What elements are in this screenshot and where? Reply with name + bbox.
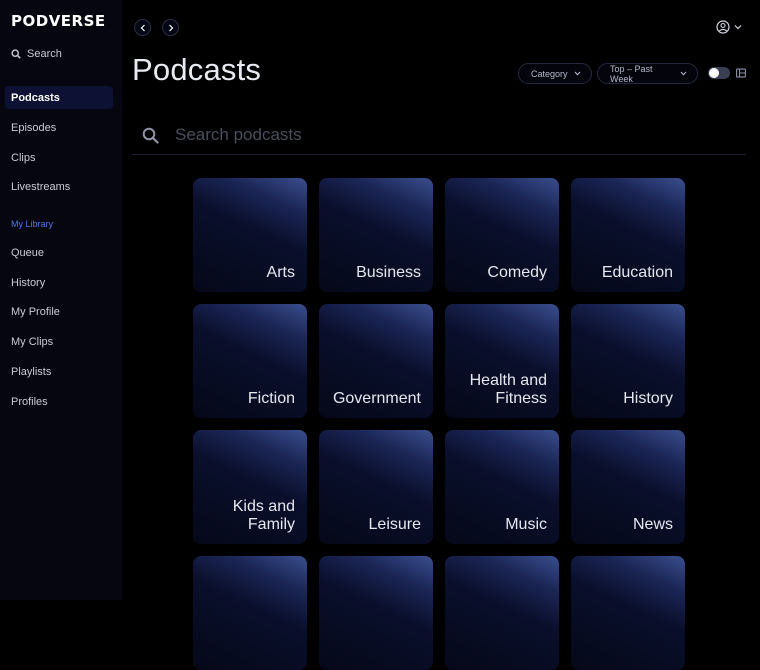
search-icon xyxy=(142,127,159,144)
category-tile[interactable]: Comedy xyxy=(445,178,559,292)
category-tile[interactable]: Education xyxy=(571,178,685,292)
category-label: Education xyxy=(601,264,673,281)
category-tile[interactable]: Arts xyxy=(193,178,307,292)
podverse-logo[interactable]: PODVERSE xyxy=(11,12,106,30)
sidebar-item-label: Clips xyxy=(11,151,36,164)
sort-dropdown[interactable]: Top – Past Week xyxy=(597,63,698,84)
sidebar-item-profiles[interactable]: Profiles xyxy=(5,390,113,413)
sidebar: PODVERSE Search Podcasts Episodes Clips … xyxy=(0,0,122,600)
sidebar-item-podcasts[interactable]: Podcasts xyxy=(5,86,113,109)
sidebar-item-livestreams[interactable]: Livestreams xyxy=(5,175,113,198)
sidebar-item-playlists[interactable]: Playlists xyxy=(5,360,113,383)
chevron-down-icon xyxy=(734,24,742,30)
sidebar-item-history[interactable]: History xyxy=(5,271,113,294)
grid-view-icon[interactable] xyxy=(736,68,746,78)
sidebar-item-label: Livestreams xyxy=(11,180,71,193)
my-library-heading: My Library xyxy=(11,219,54,229)
sidebar-item-label: My Profile xyxy=(11,305,60,318)
category-dropdown-label: Category xyxy=(531,68,568,79)
sidebar-item-label: Episodes xyxy=(11,121,57,134)
category-tile[interactable]: Government xyxy=(319,304,433,418)
sidebar-item-queue[interactable]: Queue xyxy=(5,241,113,264)
category-label: Leisure xyxy=(368,516,421,533)
sidebar-item-episodes[interactable]: Episodes xyxy=(5,116,113,139)
category-tile[interactable] xyxy=(193,556,307,670)
category-label: History xyxy=(623,390,673,407)
chevron-down-icon xyxy=(680,71,687,76)
forward-button[interactable] xyxy=(162,19,179,36)
category-label: Health and Fitness xyxy=(469,372,547,407)
category-label: Kids and Family xyxy=(232,498,295,533)
chevron-left-icon xyxy=(140,24,146,32)
search-input[interactable] xyxy=(173,124,717,146)
user-menu[interactable] xyxy=(716,20,742,34)
category-tile[interactable]: Leisure xyxy=(319,430,433,544)
category-label: Fiction xyxy=(247,390,295,407)
category-tile[interactable]: History xyxy=(571,304,685,418)
category-tile[interactable]: Fiction xyxy=(193,304,307,418)
sort-dropdown-label: Top – Past Week xyxy=(610,63,653,84)
back-button[interactable] xyxy=(134,19,151,36)
category-label: Comedy xyxy=(487,264,547,281)
chevron-down-icon xyxy=(574,71,581,76)
user-circle-icon xyxy=(716,20,730,34)
category-tile[interactable]: Business xyxy=(319,178,433,292)
sidebar-item-my-profile[interactable]: My Profile xyxy=(5,300,113,323)
toggle-knob xyxy=(709,68,719,78)
category-label: Business xyxy=(356,264,421,281)
category-tile[interactable] xyxy=(571,556,685,670)
category-dropdown[interactable]: Category xyxy=(518,63,592,84)
category-label: Government xyxy=(332,390,421,407)
category-tile[interactable]: Health and Fitness xyxy=(445,304,559,418)
chevron-right-icon xyxy=(168,24,174,32)
sidebar-item-label: My Clips xyxy=(11,335,54,348)
sidebar-item-label: Profiles xyxy=(11,395,48,408)
category-tile[interactable]: Kids and Family xyxy=(193,430,307,544)
category-label: Music xyxy=(505,516,547,533)
category-tile[interactable] xyxy=(319,556,433,670)
search-icon xyxy=(11,49,21,59)
category-label: Arts xyxy=(266,264,295,281)
category-tile[interactable]: News xyxy=(571,430,685,544)
view-toggle[interactable] xyxy=(708,67,730,79)
sidebar-search[interactable]: Search xyxy=(11,48,62,60)
sidebar-item-label: Playlists xyxy=(11,365,52,378)
sidebar-item-label: History xyxy=(11,276,46,289)
sidebar-item-clips[interactable]: Clips xyxy=(5,146,113,169)
logo-text: PODVERSE xyxy=(11,12,106,30)
main-content: Podcasts Category Top – Past Week Arts B… xyxy=(122,0,760,670)
sidebar-item-my-clips[interactable]: My Clips xyxy=(5,330,113,353)
page-title: Podcasts xyxy=(132,52,262,87)
sidebar-item-label: Podcasts xyxy=(11,91,60,104)
podcast-search-bar xyxy=(132,116,746,155)
sidebar-search-label: Search xyxy=(27,48,62,60)
category-tile[interactable] xyxy=(445,556,559,670)
sidebar-item-label: Queue xyxy=(11,246,45,259)
category-label: News xyxy=(632,516,673,533)
category-tile[interactable]: Music xyxy=(445,430,559,544)
